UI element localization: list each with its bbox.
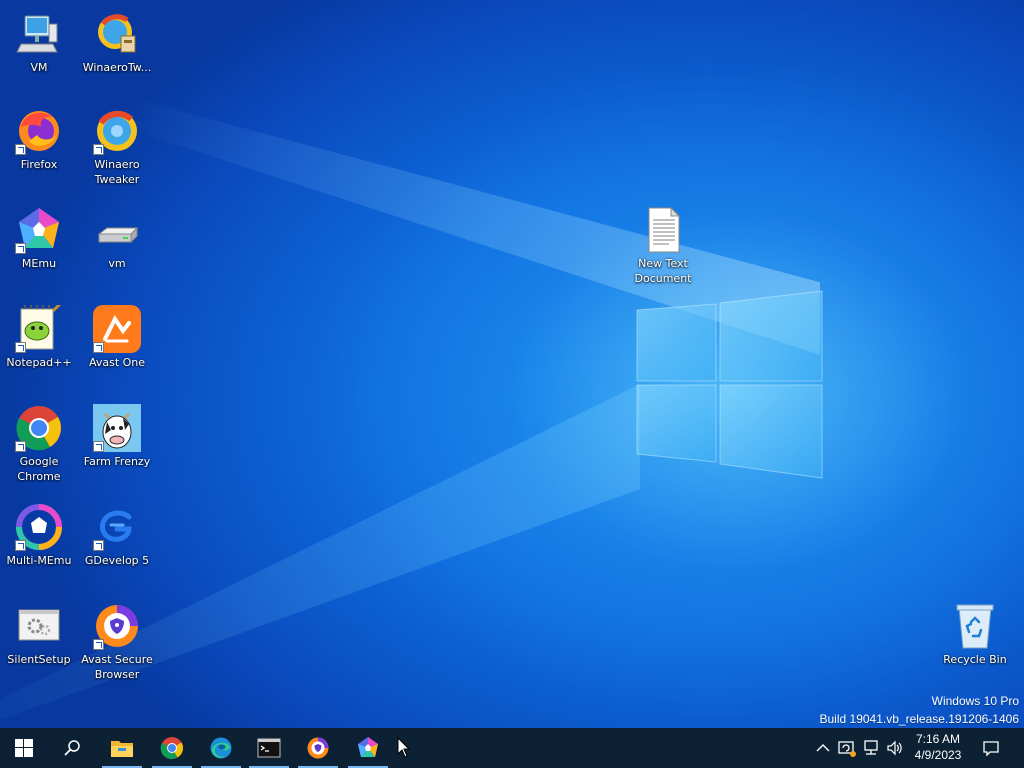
desktop-icon-label: Winaero Tweaker (94, 158, 140, 186)
start-button[interactable] (0, 728, 48, 768)
desktop-icon-label: Firefox (20, 158, 58, 171)
desktop-icon-label: Farm Frenzy (83, 455, 151, 468)
taskbar-app-memu[interactable] (344, 728, 392, 768)
desktop-icon-label: Google Chrome (17, 455, 61, 483)
build-text: Build 19041.vb_release.191206-1406 (819, 712, 1020, 726)
edge-icon (210, 737, 232, 759)
text-document-icon (639, 206, 687, 254)
avast-browser-icon (307, 737, 329, 759)
desktop-icon-memu[interactable]: MEmu (0, 206, 79, 271)
desktop-icon-label: SilentSetup (7, 653, 71, 666)
mouse-cursor-icon (397, 737, 411, 758)
desktop-icon-farm-frenzy[interactable]: Farm Frenzy (77, 404, 157, 469)
update-icon (838, 741, 856, 757)
farm-frenzy-icon (93, 404, 141, 452)
shortcut-arrow-icon (93, 540, 104, 551)
taskbar-app-chrome[interactable] (148, 728, 196, 768)
avast-browser-icon (93, 602, 141, 650)
search-icon (64, 740, 80, 756)
desktop-icon-label: Avast One (88, 356, 146, 369)
volume-icon (887, 740, 902, 756)
desktop-icon-multi-memu[interactable]: Multi-MEmu (0, 503, 79, 568)
tray-update-button[interactable] (837, 738, 857, 758)
shortcut-arrow-icon (15, 144, 26, 155)
desktop-icon-silentsetup[interactable]: SilentSetup (0, 602, 79, 667)
clock-date: 4/9/2023 (914, 748, 962, 762)
notepadpp-icon (15, 301, 63, 353)
clock-time: 7:16 AM (915, 732, 961, 746)
taskbar-app-file-explorer[interactable] (98, 728, 146, 768)
multi-memu-icon (15, 503, 63, 551)
shortcut-arrow-icon (15, 342, 26, 353)
action-center-button[interactable] (981, 738, 1001, 758)
search-button[interactable] (48, 728, 96, 768)
action-center-icon (983, 741, 999, 757)
memu-icon (15, 206, 63, 254)
desktop-icon-avast-one[interactable]: Avast One (77, 305, 157, 370)
desktop-icon-recycle-bin[interactable]: Recycle Bin (935, 602, 1015, 667)
desktop-icon-winaero-tweaker[interactable]: Winaero Tweaker (77, 107, 157, 187)
desktop-icon-label: VM (30, 61, 48, 74)
shortcut-arrow-icon (93, 441, 104, 452)
shortcut-arrow-icon (15, 540, 26, 551)
shortcut-arrow-icon (15, 243, 26, 254)
file-explorer-icon (111, 741, 133, 757)
desktop-icon-label: GDevelop 5 (84, 554, 150, 567)
recycle-bin-icon (951, 602, 999, 650)
chevron-up-icon (816, 744, 830, 752)
windows-edition-watermark: Windows 10 Pro Build 19041.vb_release.19… (820, 692, 1020, 728)
taskbar-app-avast-browser[interactable] (294, 728, 342, 768)
desktop-icon-firefox[interactable]: Firefox (0, 107, 79, 172)
windows-start-icon (15, 739, 33, 757)
gdevelop-icon (93, 503, 141, 551)
desktop-icon-label: WinaeroTw... (82, 61, 152, 74)
tray-volume-button[interactable] (885, 738, 905, 758)
desktop-icon-label: MEmu (21, 257, 57, 270)
desktop-icon-avast-secure-browser[interactable]: Avast Secure Browser (77, 602, 157, 682)
winaero-setup-icon (93, 10, 141, 58)
desktop-icon-label: Avast Secure Browser (81, 653, 153, 681)
desktop-icon-winaero-setup[interactable]: WinaeroTw... (77, 10, 157, 75)
desktop-icon-notepadpp[interactable]: Notepad++ (0, 301, 79, 370)
desktop-icon-gdevelop[interactable]: GDevelop 5 (77, 503, 157, 568)
avast-one-icon (93, 305, 141, 353)
desktop-icon-label: vm (108, 257, 126, 270)
shortcut-arrow-icon (93, 342, 104, 353)
edition-text: Windows 10 Pro (931, 694, 1019, 708)
desktop-icon-label: New Text Document (634, 257, 692, 285)
memu-icon (358, 737, 378, 757)
desktop-icon-label: Multi-MEmu (6, 554, 72, 567)
terminal-icon (257, 738, 281, 758)
windows-logo-wallpaper (636, 290, 823, 479)
desktop-icon-google-chrome[interactable]: Google Chrome (0, 404, 79, 484)
chrome-icon (15, 404, 63, 452)
shortcut-arrow-icon (93, 144, 104, 155)
desktop-icon-new-text-document[interactable]: New Text Document (623, 206, 703, 286)
show-hidden-icons-button[interactable] (813, 738, 833, 758)
taskbar-clock[interactable]: 7:16 AM 4/9/2023 (907, 731, 969, 763)
drive-icon (93, 206, 141, 254)
computer-icon (15, 10, 63, 58)
taskbar: 7:16 AM 4/9/2023 (0, 728, 1024, 768)
desktop[interactable]: VM WinaeroTw... Firefox Winaero Tweaker … (0, 0, 1024, 728)
shortcut-arrow-icon (93, 639, 104, 650)
chrome-icon (160, 737, 183, 760)
desktop-icon-label: Notepad++ (6, 356, 72, 369)
tray-network-button[interactable] (861, 738, 881, 758)
taskbar-app-edge[interactable] (197, 728, 245, 768)
taskbar-app-terminal[interactable] (245, 728, 293, 768)
desktop-icon-vm-drive[interactable]: vm (77, 206, 157, 271)
desktop-icon-vm[interactable]: VM (0, 10, 79, 75)
network-icon (864, 740, 878, 755)
desktop-icon-label: Recycle Bin (943, 653, 1007, 666)
silentsetup-icon (15, 602, 63, 650)
winaero-icon (93, 107, 141, 155)
firefox-icon (15, 107, 63, 155)
shortcut-arrow-icon (15, 441, 26, 452)
